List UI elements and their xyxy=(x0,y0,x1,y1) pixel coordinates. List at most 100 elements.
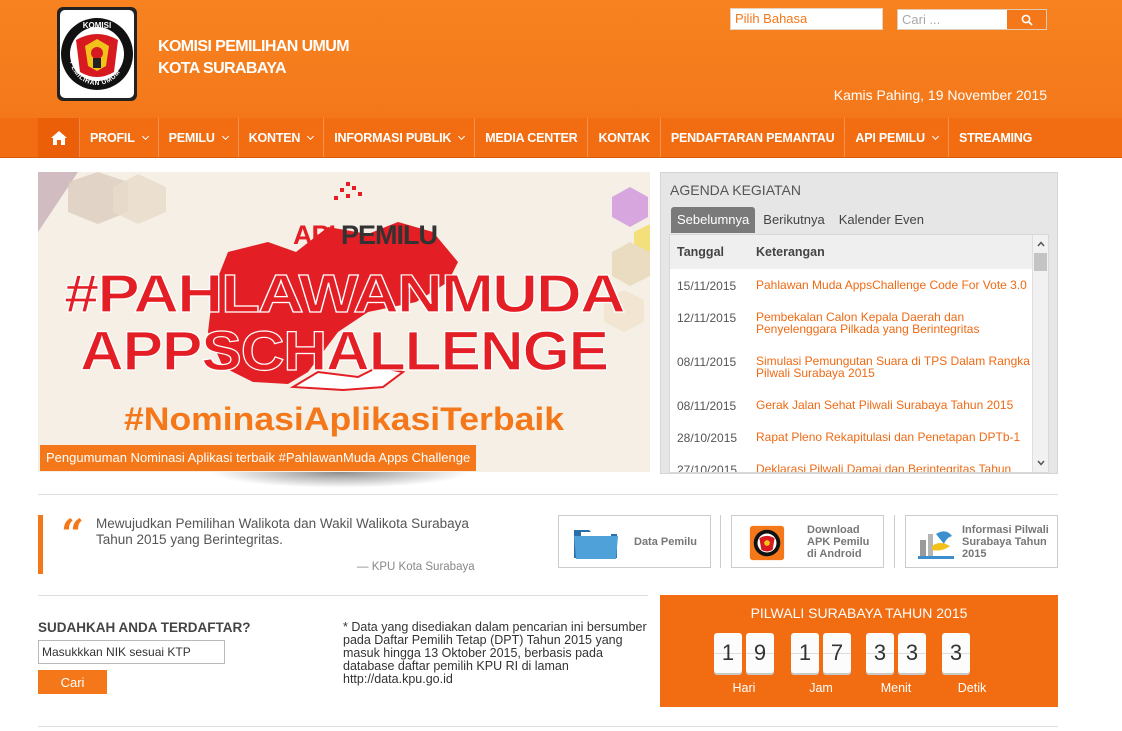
quick-link-label: Download APK Pemilu di Android xyxy=(807,523,870,560)
quick-link-label: Informasi Pilwali Surabaya Tahun 2015 xyxy=(962,523,1049,560)
countdown-digit: 3 xyxy=(866,633,894,673)
agenda-table-header: Tanggal Keterangan xyxy=(670,235,1040,269)
nav-home[interactable] xyxy=(38,118,80,157)
divider xyxy=(38,595,648,596)
site-title[interactable]: KOMISI PEMILIHAN UMUM KOTA SURABAYA xyxy=(158,36,350,80)
banner-headline-1: #PAHLAWANMUDA xyxy=(64,264,625,324)
chevron-down-icon xyxy=(931,132,939,140)
quick-link-download-apk[interactable]: Download APK Pemilu di Android xyxy=(731,515,884,568)
tab-kalender-even[interactable]: Kalender Even xyxy=(833,207,930,233)
countdown-minutes: 3 3 xyxy=(866,633,930,673)
countdown-label-days: Hari xyxy=(732,681,756,695)
nav-pemilu-label: PEMILU xyxy=(168,130,215,145)
countdown-digit: 7 xyxy=(823,633,851,673)
folder-icon xyxy=(574,530,618,559)
scroll-down-arrow-icon[interactable] xyxy=(1033,456,1048,470)
countdown-digit: 3 xyxy=(942,633,970,673)
banner-hashtag: #NominasiAplikasiTerbaik xyxy=(124,401,564,437)
banner-brand-api: API xyxy=(293,220,335,250)
nav-informasi-publik-label: INFORMASI PUBLIK xyxy=(334,130,452,145)
site-title-line2: KOTA SURABAYA xyxy=(158,60,287,77)
nav-informasi-publik[interactable]: INFORMASI PUBLIK xyxy=(324,118,476,157)
nav-konten-label: KONTEN xyxy=(248,130,301,145)
dpt-note: * Data yang disediakan dalam pencarian i… xyxy=(343,620,647,686)
kpu-logo[interactable]: KOMISI PEMILIHAN UMUM xyxy=(56,6,138,102)
countdown-days: 1 9 xyxy=(714,633,778,673)
chevron-down-icon xyxy=(307,132,315,140)
nav-kontak[interactable]: KONTAK xyxy=(588,118,661,157)
countdown-hours: 1 7 xyxy=(791,633,855,673)
nik-input[interactable] xyxy=(38,640,225,664)
scroll-up-arrow-icon[interactable] xyxy=(1033,237,1048,251)
nav-pemilu[interactable]: PEMILU xyxy=(159,118,239,157)
nav-kontak-label: KONTAK xyxy=(598,130,650,145)
scroll-thumb[interactable] xyxy=(1034,253,1047,271)
tab-berikutnya[interactable]: Berikutnya xyxy=(757,207,830,233)
agenda-scrollbar[interactable] xyxy=(1032,235,1048,472)
column-header-date: Tanggal xyxy=(677,245,724,259)
countdown-label-minutes: Menit xyxy=(880,681,912,695)
logo-text-top: KOMISI xyxy=(83,21,111,30)
city-mascot-icon xyxy=(918,531,954,559)
quote-mark-icon: “ xyxy=(61,511,85,558)
nav-profil-label: PROFIL xyxy=(90,130,135,145)
agenda-tabs: Sebelumnya Berikutnya Kalender Even xyxy=(671,207,932,233)
divider xyxy=(38,726,1058,727)
row-link[interactable]: Pahlawan Muda AppsChallenge Code For Vot… xyxy=(756,279,1031,291)
divider xyxy=(720,515,721,568)
chevron-down-icon xyxy=(141,132,149,140)
kpu-logo-icon xyxy=(749,525,785,561)
search-button[interactable] xyxy=(1007,10,1046,29)
row-date: 08/11/2015 xyxy=(677,399,737,413)
slide-caption[interactable]: Pengumuman Nominasi Aplikasi terbaik #Pa… xyxy=(40,445,477,471)
search-box xyxy=(897,9,1047,30)
nav-pendaftaran-pemantau-label: PENDAFTARAN PEMANTAU xyxy=(670,130,835,145)
row-link[interactable]: Simulasi Pemungutan Suara di TPS Dalam R… xyxy=(756,355,1031,379)
quick-link-informasi-pilwali[interactable]: Informasi Pilwali Surabaya Tahun 2015 xyxy=(905,515,1058,568)
divider xyxy=(894,515,895,568)
nav-api-pemilu[interactable]: API PEMILU xyxy=(845,118,949,157)
row-link[interactable]: Deklarasi Pilwali Damai dan Berintegrita… xyxy=(756,463,1031,472)
dpt-check-title: SUDAHKAH ANDA TERDAFTAR? xyxy=(38,620,251,635)
row-link[interactable]: Rapat Pleno Rekapitulasi dan Penetapan D… xyxy=(756,431,1031,443)
language-select[interactable]: Pilih Bahasa xyxy=(730,8,883,30)
nav-pendaftaran-pemantau[interactable]: PENDAFTARAN PEMANTAU xyxy=(661,118,846,157)
agenda-panel: AGENDA KEGIATAN Sebelumnya Berikutnya Ka… xyxy=(660,172,1058,474)
countdown-digit: 1 xyxy=(714,633,742,673)
nav-streaming-label: STREAMING xyxy=(958,130,1033,145)
quote-text: Mewujudkan Pemilihan Walikota dan Wakil … xyxy=(96,516,469,547)
countdown-label-hours: Jam xyxy=(809,681,833,695)
row-link[interactable]: Pembekalan Calon Kepala Daerah dan Penye… xyxy=(756,311,1031,335)
banner-headline-2: APPSCHALLENGE xyxy=(80,319,608,382)
dpt-search-button[interactable]: Cari xyxy=(38,670,107,694)
agenda-title: AGENDA KEGIATAN xyxy=(670,182,801,198)
countdown-digit: 1 xyxy=(791,633,819,673)
row-date: 08/11/2015 xyxy=(677,355,737,369)
nav-profil[interactable]: PROFIL xyxy=(80,118,159,157)
divider xyxy=(38,494,1058,495)
nav-media-center[interactable]: MEDIA CENTER xyxy=(475,118,589,157)
countdown-digit: 9 xyxy=(746,633,774,673)
countdown-title: PILWALI SURABAYA TAHUN 2015 xyxy=(750,605,968,621)
banner-image: API PEMILU #PAHLAWANMUDA APPSCHALLENGE #… xyxy=(38,172,650,472)
election-countdown: PILWALI SURABAYA TAHUN 2015 1 9 1 7 3 3 … xyxy=(660,595,1058,707)
quick-link-data-pemilu[interactable]: Data Pemilu xyxy=(558,515,711,568)
banner-slider[interactable]: API PEMILU #PAHLAWANMUDA APPSCHALLENGE #… xyxy=(38,172,650,472)
current-date: Kamis Pahing, 19 November 2015 xyxy=(833,87,1047,103)
chevron-down-icon xyxy=(458,132,466,140)
countdown-seconds: 3 xyxy=(942,633,974,673)
countdown-label-seconds: Detik xyxy=(957,681,987,695)
row-date: 27/10/2015 xyxy=(677,463,738,473)
banner-brand-pemilu: PEMILU xyxy=(341,220,437,250)
site-header: KOMISI PEMILIHAN UMUM KOMISI PEMILIHAN U… xyxy=(0,0,1122,118)
home-icon xyxy=(50,130,67,145)
tab-sebelumnya[interactable]: Sebelumnya xyxy=(671,207,756,233)
search-input[interactable] xyxy=(898,10,1008,29)
vision-quote: “ Mewujudkan Pemilihan Walikota dan Waki… xyxy=(38,515,478,574)
column-header-desc: Keterangan xyxy=(756,245,825,259)
row-link[interactable]: Gerak Jalan Sehat Pilwali Surabaya Tahun… xyxy=(756,399,1031,411)
nav-streaming[interactable]: STREAMING xyxy=(949,118,1042,157)
nav-konten[interactable]: KONTEN xyxy=(239,118,325,157)
quick-link-label: Data Pemilu xyxy=(634,535,697,548)
search-icon xyxy=(1021,14,1033,26)
